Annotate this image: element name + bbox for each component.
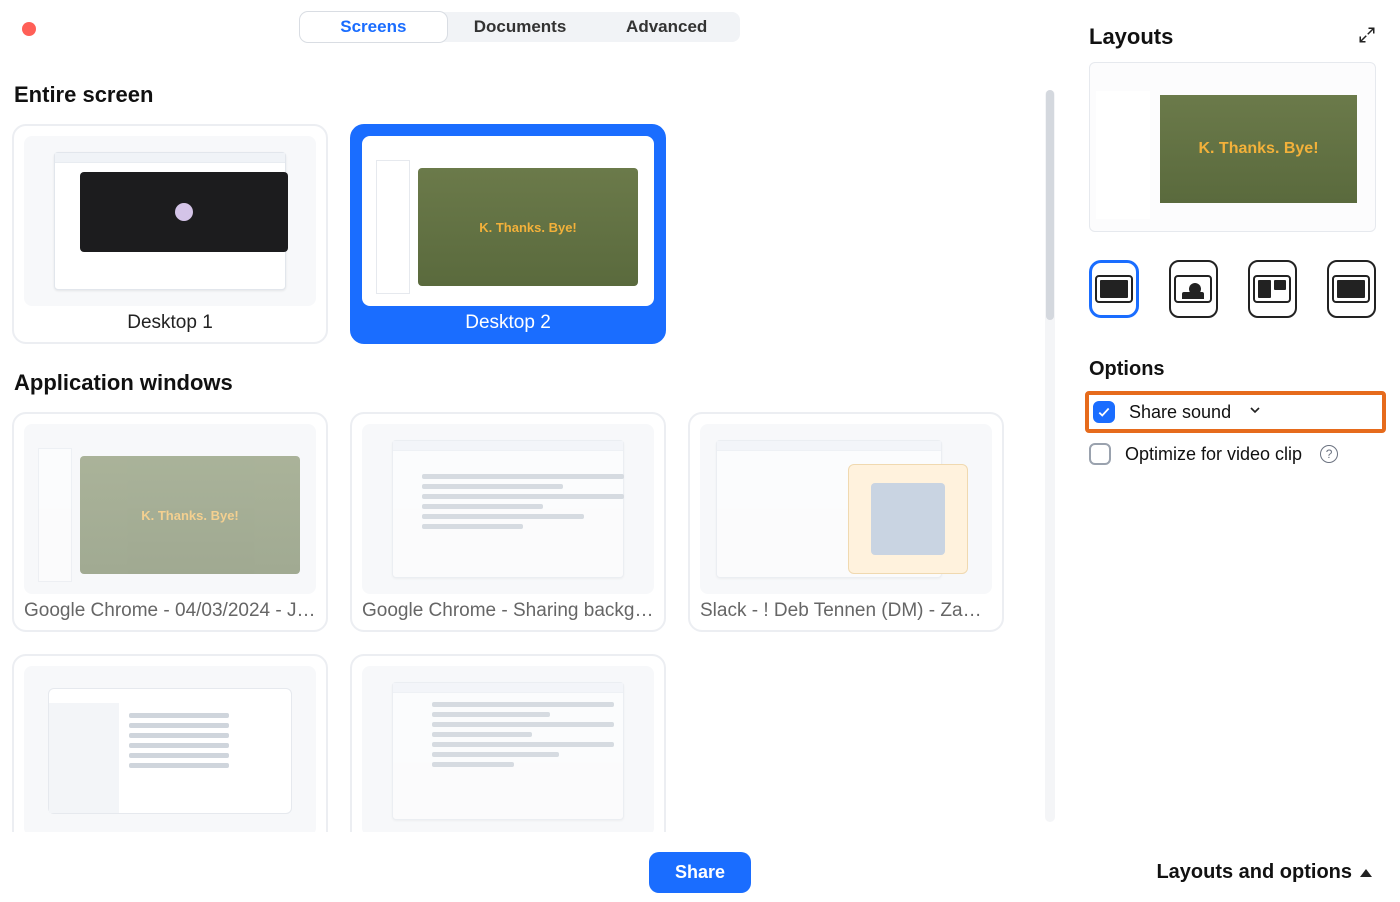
tab-documents[interactable]: Documents	[447, 12, 594, 42]
share-source-tabs: Screens Documents Advanced	[300, 12, 740, 42]
share-sound-checkbox[interactable]	[1093, 401, 1115, 423]
app-window-card[interactable]: Finder - images	[12, 654, 328, 832]
section-heading-application-windows: Application windows	[14, 370, 1037, 396]
screen-card-desktop-1[interactable]: Desktop 1	[12, 124, 328, 344]
optimize-video-label: Optimize for video clip	[1125, 444, 1302, 465]
triangle-up-icon	[1360, 869, 1372, 877]
layout-preview-overlay: K. Thanks. Bye!	[1160, 95, 1357, 203]
layouts-options-panel: Layouts K. Thanks. Bye! Options Share so…	[1065, 0, 1400, 832]
layout-mode-side-by-side[interactable]	[1248, 260, 1297, 318]
section-heading-entire-screen: Entire screen	[14, 82, 1037, 108]
tab-advanced[interactable]: Advanced	[593, 12, 740, 42]
app-window-card[interactable]: Slack - ! Deb Tennen (DM) - Zapie...	[688, 412, 1004, 632]
layout-mode-speaker[interactable]	[1169, 260, 1218, 318]
app-window-label: Google Chrome - 04/03/2024 - Je...	[24, 600, 316, 622]
option-share-sound[interactable]: Share sound	[1085, 391, 1386, 433]
thumb-video-overlay: K. Thanks. Bye!	[418, 168, 638, 286]
app-window-card[interactable]: Google Chrome - Sharing backgro...	[350, 412, 666, 632]
layouts-heading: Layouts	[1089, 24, 1173, 50]
layout-mode-icons	[1089, 260, 1376, 318]
chevron-down-icon[interactable]	[1247, 402, 1263, 423]
window-close-dot[interactable]	[22, 22, 36, 36]
app-window-card[interactable]: K. Thanks. Bye! Google Chrome - 04/03/20…	[12, 412, 328, 632]
tab-screens[interactable]: Screens	[300, 12, 447, 42]
help-icon[interactable]: ?	[1320, 445, 1338, 463]
share-sound-label: Share sound	[1129, 402, 1231, 423]
share-button[interactable]: Share	[649, 852, 751, 893]
app-window-label: Slack - ! Deb Tennen (DM) - Zapie...	[700, 600, 992, 622]
layouts-toggle-label: Layouts and options	[1156, 861, 1352, 884]
options-heading: Options	[1089, 358, 1376, 381]
screen-card-desktop-2[interactable]: K. Thanks. Bye! Desktop 2	[350, 124, 666, 344]
app-window-card[interactable]: Google Chrome - How to play back...	[350, 654, 666, 832]
main-scrollbar[interactable]	[1045, 90, 1055, 822]
layout-mode-pip[interactable]	[1327, 260, 1376, 318]
share-picker-main: Entire screen Desktop 1 K. Thanks. Bye! …	[12, 70, 1045, 832]
layout-preview: K. Thanks. Bye!	[1089, 62, 1376, 232]
optimize-video-checkbox[interactable]	[1089, 443, 1111, 465]
screen-card-label: Desktop 2	[362, 312, 654, 334]
app-window-label: Google Chrome - Sharing backgro...	[362, 600, 654, 622]
screen-card-label: Desktop 1	[24, 312, 316, 334]
option-optimize-video[interactable]: Optimize for video clip ?	[1089, 443, 1376, 465]
layouts-and-options-toggle[interactable]: Layouts and options	[1156, 861, 1372, 884]
thumb-video-overlay: K. Thanks. Bye!	[80, 456, 300, 574]
layout-mode-content-only[interactable]	[1089, 260, 1139, 318]
expand-icon[interactable]	[1358, 24, 1376, 50]
